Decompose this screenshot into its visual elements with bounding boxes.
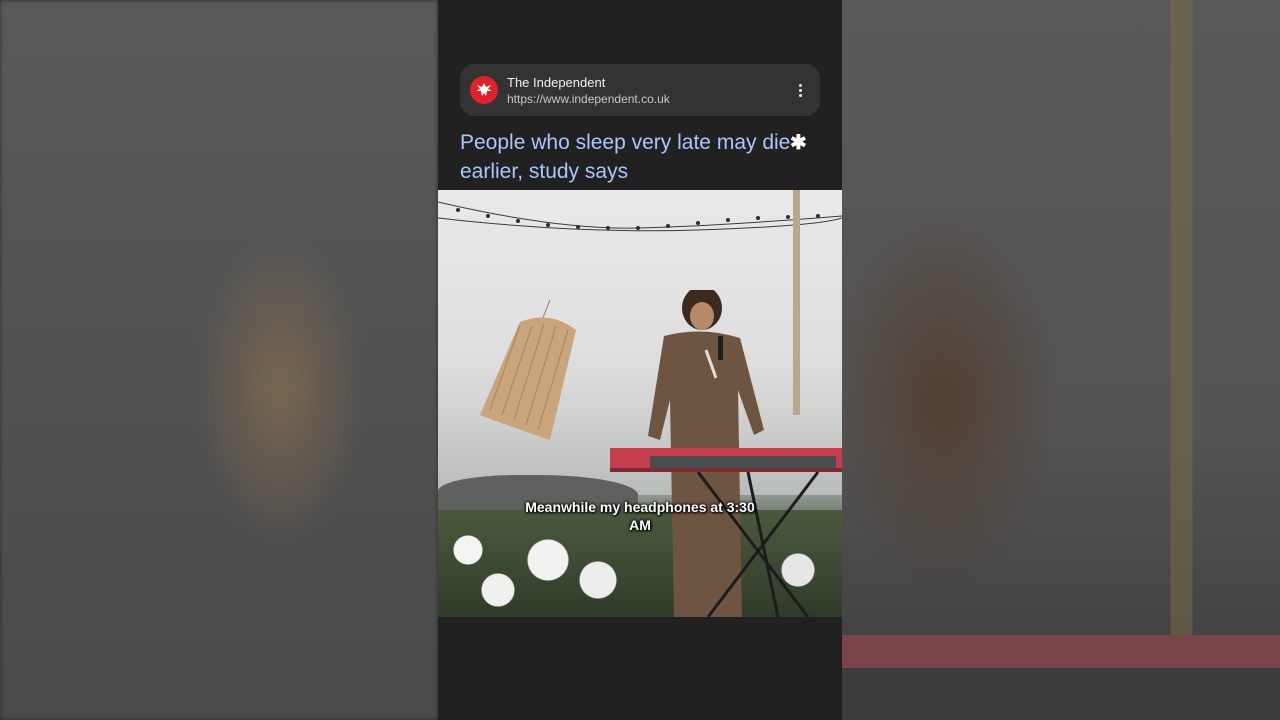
- string-lights: [438, 201, 842, 232]
- keyboard-control-panel: [650, 456, 836, 468]
- video-caption: Meanwhile my headphones at 3:30 AM: [438, 498, 842, 534]
- shorts-player: The Independent https://www.independent.…: [0, 0, 1280, 720]
- news-source-card[interactable]: The Independent https://www.independent.…: [460, 64, 820, 116]
- asterisk-icon: ✱: [790, 132, 807, 154]
- source-url[interactable]: https://www.independent.co.uk: [507, 91, 792, 107]
- independent-eagle-logo-icon: [470, 76, 498, 104]
- bamboo-pole: [793, 190, 800, 430]
- hanging-lamp: [480, 300, 576, 440]
- blurred-keyboard-base: [842, 668, 1280, 720]
- video-frame[interactable]: The Independent https://www.independent.…: [438, 0, 842, 720]
- more-vert-icon[interactable]: [792, 80, 808, 100]
- keyboard-stand: [696, 472, 820, 617]
- source-name: The Independent: [507, 74, 606, 90]
- article-headline[interactable]: People who sleep very late may die earli…: [460, 128, 820, 186]
- blurred-background-right: [842, 0, 1280, 720]
- blurred-background-left: [0, 0, 438, 720]
- video-content[interactable]: Meanwhile my headphones at 3:30 AM: [438, 190, 842, 617]
- source-text: The Independent https://www.independent.…: [507, 74, 792, 107]
- caption-text: Meanwhile my headphones at 3:30 AM: [525, 499, 755, 533]
